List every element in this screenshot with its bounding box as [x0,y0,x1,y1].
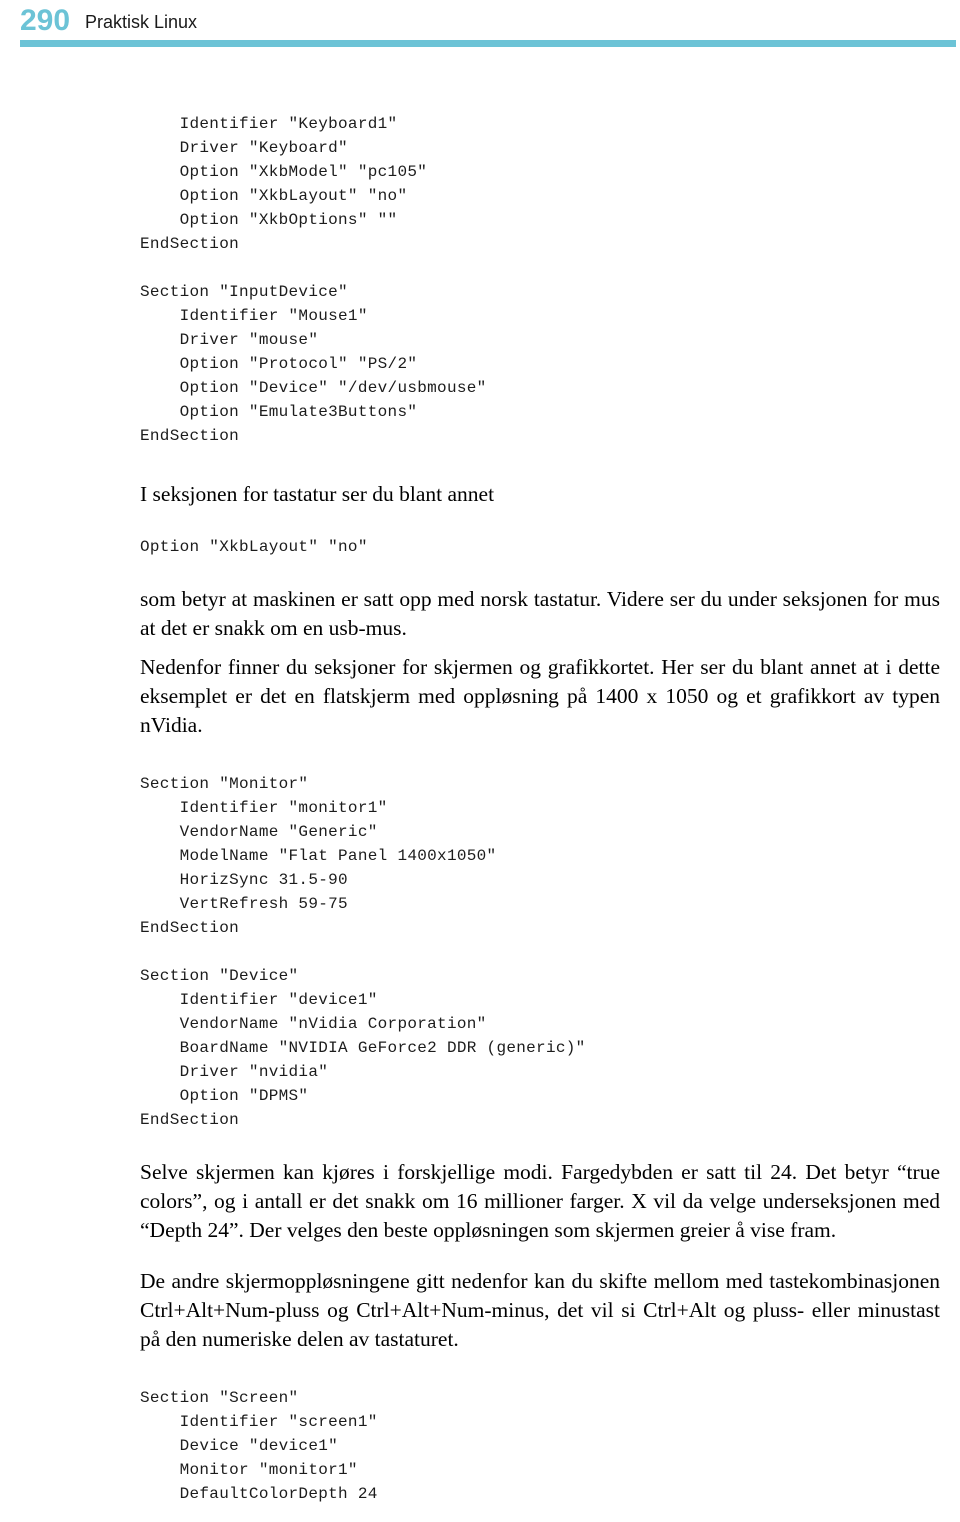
code-block-xkblayout: Option "XkbLayout" "no" [140,538,368,556]
code-block-monitor-device: Section "Monitor" Identifier "monitor1" … [140,775,586,1129]
paragraph-tastekombinasjon: De andre skjermoppløsningene gitt nedenf… [140,1269,940,1351]
code-block-screen: Section "Screen" Identifier "screen1" De… [140,1389,378,1503]
header-rule [20,40,956,47]
page-header: 290 Praktisk Linux [0,0,960,52]
paragraph-monitor-intro: Nedenfor finner du seksjoner for skjerme… [140,655,940,737]
code-block-inputdevice: Identifier "Keyboard1" Driver "Keyboard"… [140,115,487,445]
paragraph-fargedybde: Selve skjermen kan kjøres i forskjellige… [140,1160,940,1242]
paragraph-norsk-tastatur: som betyr at maskinen er satt opp med no… [140,587,940,640]
paragraph-keyboard-intro: I seksjonen for tastatur ser du blant an… [140,482,495,506]
page-number: 290 [20,4,71,37]
running-head-title: Praktisk Linux [85,12,198,32]
page-content: Identifier "Keyboard1" Driver "Keyboard"… [140,96,940,1522]
